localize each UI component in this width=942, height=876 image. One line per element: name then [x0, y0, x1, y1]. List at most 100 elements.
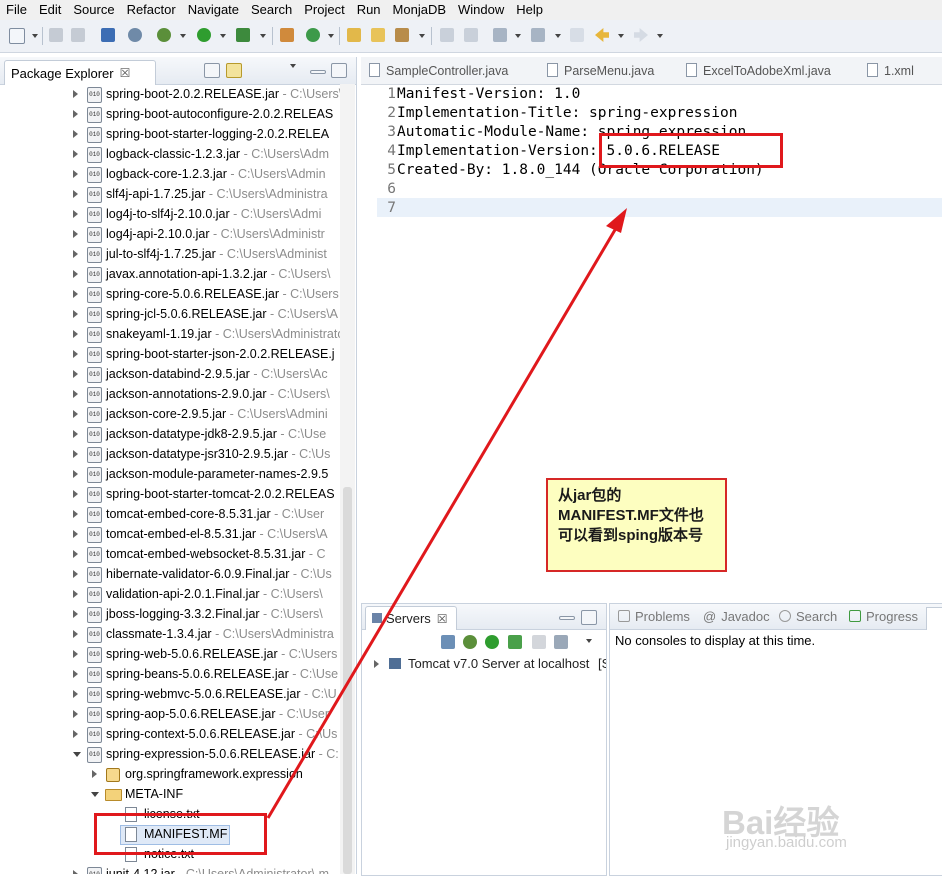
explorer-scrollbar-thumb[interactable] — [343, 487, 352, 874]
close-icon[interactable]: ☒ — [120, 66, 131, 80]
code-line[interactable]: 6 — [361, 180, 942, 199]
editor-tab[interactable]: 1.xml — [867, 63, 914, 78]
tree-item[interactable]: 010 slf4j-api-1.7.25.jar - C:\Users\Admin… — [0, 184, 340, 204]
expand-arrow-icon[interactable] — [73, 250, 78, 258]
expand-arrow-icon[interactable] — [73, 290, 78, 298]
expand-arrow-icon[interactable] — [73, 330, 78, 338]
expand-arrow-icon[interactable] — [73, 510, 78, 518]
expand-arrow-icon[interactable] — [92, 770, 97, 778]
tree-item[interactable]: 010 tomcat-embed-core-8.5.31.jar - C:\Use… — [0, 504, 340, 524]
code-line[interactable]: 1 Manifest-Version: 1.0 — [361, 85, 942, 104]
new-icon[interactable] — [9, 28, 25, 44]
debug-icon[interactable] — [157, 28, 171, 42]
package-explorer-tab[interactable]: Package Explorer ☒ — [4, 60, 156, 85]
view-menu-icon[interactable] — [586, 639, 592, 643]
expand-arrow-icon[interactable] — [73, 690, 78, 698]
expand-arrow-icon[interactable] — [73, 390, 78, 398]
tree-item[interactable]: 010 hibernate-validator-6.0.9.Final.jar -… — [0, 564, 340, 584]
tree-item[interactable]: META-INF — [0, 784, 340, 804]
tree-item[interactable]: 010 spring-boot-autoconfigure-2.0.2.RELEA… — [0, 104, 340, 124]
menu-item-edit[interactable]: Edit — [33, 0, 67, 20]
menu-item-monjadb[interactable]: MonjaDB — [387, 0, 452, 20]
expand-arrow-icon[interactable] — [73, 450, 78, 458]
open-folder-icon[interactable] — [371, 28, 385, 42]
javadoc-tab[interactable]: @ Javadoc — [703, 609, 770, 624]
next-annotation-icon[interactable] — [493, 28, 507, 42]
expand-arrow-icon[interactable] — [73, 130, 78, 138]
filter-icon[interactable] — [259, 63, 273, 76]
expand-arrow-icon[interactable] — [73, 590, 78, 598]
expand-arrow-icon[interactable] — [73, 230, 78, 238]
expand-arrow-icon[interactable] — [73, 110, 78, 118]
tree-item[interactable]: 010 spring-jcl-5.0.6.RELEASE.jar - C:\Use… — [0, 304, 340, 324]
run-dropdown-icon[interactable] — [220, 34, 226, 38]
expand-arrow-icon[interactable] — [73, 150, 78, 158]
tree-item[interactable]: 010 jul-to-slf4j-1.7.25.jar - C:\Users\Ad… — [0, 244, 340, 264]
minimize-icon[interactable] — [559, 616, 575, 620]
expand-arrow-icon[interactable] — [73, 752, 81, 757]
expand-arrow-icon[interactable] — [73, 210, 78, 218]
expand-arrow-icon[interactable] — [73, 470, 78, 478]
collapse-all-icon[interactable] — [204, 63, 220, 78]
progress-tab[interactable]: Progress — [849, 609, 918, 624]
new-server-icon[interactable] — [280, 28, 294, 42]
open-type-icon[interactable] — [347, 28, 361, 42]
expand-arrow-icon[interactable] — [73, 170, 78, 178]
tree-item[interactable]: 010 tomcat-embed-el-8.5.31.jar - C:\Users… — [0, 524, 340, 544]
tree-item[interactable]: 010 jackson-module-parameter-names-2.9.5 — [0, 464, 340, 484]
tree-item[interactable]: 010 logback-core-1.2.3.jar - C:\Users\Adm… — [0, 164, 340, 184]
forward-dropdown-icon[interactable] — [657, 34, 663, 38]
editor-tab[interactable]: ParseMenu.java — [547, 63, 654, 78]
expand-arrow-icon[interactable] — [73, 190, 78, 198]
tree-item[interactable]: org.springframework.expression — [0, 764, 340, 784]
search-tab[interactable]: Search — [779, 609, 837, 624]
link-with-editor-icon[interactable] — [226, 63, 242, 78]
save-all-icon[interactable] — [71, 28, 85, 42]
expand-arrow-icon[interactable] — [73, 730, 78, 738]
menu-item-window[interactable]: Window — [452, 0, 510, 20]
code-line[interactable]: 7 — [361, 199, 942, 218]
debug-icon[interactable] — [463, 635, 477, 649]
external-tools-dropdown-icon[interactable] — [260, 34, 266, 38]
debug-dropdown-icon[interactable] — [180, 34, 186, 38]
tree-item[interactable]: 010 jackson-annotations-2.9.0.jar - C:\Us… — [0, 384, 340, 404]
tree-item[interactable]: 010 junit-4.12.jar - C:\Users\Administrat… — [0, 864, 340, 874]
expand-arrow-icon[interactable] — [73, 570, 78, 578]
editor-tab[interactable]: ExcelToAdobeXml.java — [686, 63, 831, 78]
code-line[interactable]: 2 Implementation-Title: spring-expression — [361, 104, 942, 123]
expand-arrow-icon[interactable] — [73, 650, 78, 658]
tree-item[interactable]: 010 jackson-datatype-jdk8-2.9.5.jar - C:\… — [0, 424, 340, 444]
menu-item-file[interactable]: File — [0, 0, 33, 20]
servers-tab[interactable]: Servers ☒ — [365, 606, 457, 630]
tree-item[interactable]: 010 snakeyaml-1.19.jar - C:\Users\Adminis… — [0, 324, 340, 344]
skip-breakpoints-icon[interactable] — [128, 28, 142, 42]
expand-arrow-icon[interactable] — [73, 430, 78, 438]
menu-item-navigate[interactable]: Navigate — [182, 0, 245, 20]
publish-icon[interactable] — [508, 635, 522, 649]
back-icon[interactable] — [595, 28, 609, 42]
view-menu-icon[interactable] — [290, 64, 296, 68]
tree-item[interactable]: 010 log4j-api-2.10.0.jar - C:\Users\Admin… — [0, 224, 340, 244]
tree-item[interactable]: 010 jboss-logging-3.3.2.Final.jar - C:\Us… — [0, 604, 340, 624]
pen-dropdown-icon[interactable] — [419, 34, 425, 38]
expand-arrow-icon[interactable] — [73, 530, 78, 538]
menu-item-refactor[interactable]: Refactor — [121, 0, 182, 20]
server-row[interactable]: Tomcat v7.0 Server at localhost [S — [372, 654, 606, 673]
expand-arrow-icon[interactable] — [91, 792, 99, 797]
external-tools-icon[interactable] — [236, 28, 250, 42]
tree-item[interactable]: 010 logback-classic-1.2.3.jar - C:\Users\… — [0, 144, 340, 164]
menu-item-project[interactable]: Project — [298, 0, 350, 20]
expand-arrow-icon[interactable] — [73, 370, 78, 378]
run-icon[interactable] — [197, 28, 211, 42]
expand-arrow-icon[interactable] — [73, 870, 78, 874]
tree-item[interactable]: 010 spring-core-5.0.6.RELEASE.jar - C:\Us… — [0, 284, 340, 304]
menu-item-search[interactable]: Search — [245, 0, 298, 20]
maximize-icon[interactable] — [331, 63, 347, 78]
back-dropdown-icon[interactable] — [618, 34, 624, 38]
tree-item[interactable]: 010 spring-boot-starter-tomcat-2.0.2.RELE… — [0, 484, 340, 504]
tree-item[interactable]: 010 spring-web-5.0.6.RELEASE.jar - C:\Use… — [0, 644, 340, 664]
refresh-icon[interactable] — [306, 28, 320, 42]
next-annotation-dropdown-icon[interactable] — [515, 34, 521, 38]
expand-arrow-icon[interactable] — [73, 350, 78, 358]
tree-item[interactable]: 010 spring-boot-starter-logging-2.0.2.REL… — [0, 124, 340, 144]
